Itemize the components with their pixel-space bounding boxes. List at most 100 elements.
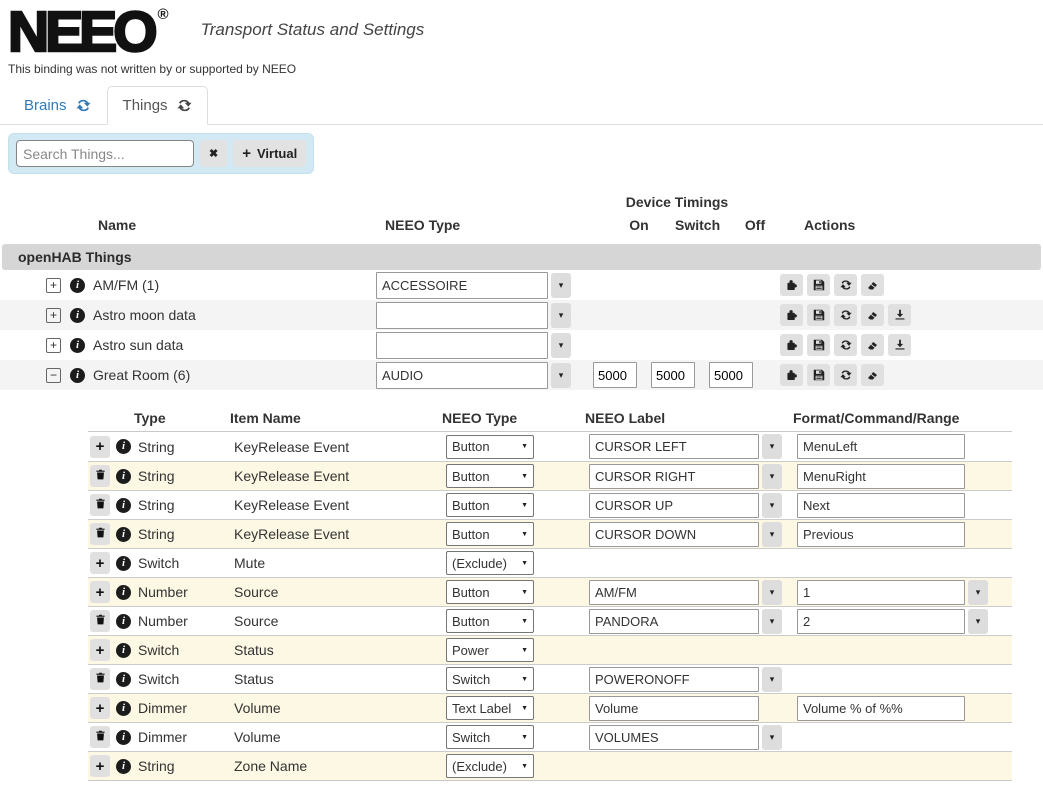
add-channel-button[interactable]: + [90, 755, 110, 777]
erase-button[interactable] [861, 304, 884, 326]
expand-icon[interactable]: + [46, 307, 61, 323]
info-icon[interactable]: i [116, 439, 131, 454]
info-icon[interactable]: i [116, 729, 131, 745]
neeo-type-select[interactable]: Button ▼ [446, 434, 534, 459]
save-button[interactable] [807, 334, 830, 356]
neeo-type-dropdown-button[interactable]: ▾ [551, 362, 571, 388]
neeo-type-input[interactable] [376, 361, 548, 389]
refresh-button[interactable] [834, 364, 857, 386]
info-icon[interactable]: i [70, 367, 85, 383]
neeo-label-input[interactable] [589, 579, 759, 605]
neeo-type-input[interactable] [376, 331, 548, 359]
channels-button[interactable] [780, 304, 803, 326]
neeo-label-dropdown-button[interactable]: ▾ [762, 434, 782, 459]
delete-channel-button[interactable] [90, 610, 110, 632]
erase-button[interactable] [861, 364, 884, 386]
format-command-range-input[interactable] [797, 434, 965, 459]
tab-things[interactable]: Things [106, 86, 208, 125]
neeo-type-select[interactable]: (Exclude) ▼ [446, 754, 534, 778]
timing-off-input[interactable] [709, 362, 753, 388]
expand-icon[interactable]: + [46, 277, 61, 293]
add-virtual-button[interactable]: + Virtual [233, 140, 307, 167]
neeo-type-select[interactable]: Button ▼ [446, 522, 534, 546]
refresh-button[interactable] [834, 334, 857, 356]
neeo-label-input[interactable] [589, 666, 759, 692]
format-command-range-input[interactable] [797, 521, 965, 547]
format-command-range-input[interactable] [797, 463, 965, 489]
save-button[interactable] [807, 304, 830, 326]
neeo-label-dropdown-button[interactable]: ▾ [762, 521, 782, 547]
format-dropdown-button[interactable]: ▾ [968, 579, 988, 605]
format-command-range-input[interactable] [797, 579, 965, 605]
add-channel-button[interactable]: + [90, 552, 110, 574]
erase-button[interactable] [861, 274, 884, 296]
refresh-icon[interactable] [177, 98, 192, 113]
neeo-label-input[interactable] [589, 695, 759, 721]
export-button[interactable] [888, 304, 911, 326]
neeo-label-input[interactable] [589, 492, 759, 518]
neeo-label-input[interactable] [589, 463, 759, 489]
neeo-label-input[interactable] [589, 608, 759, 634]
neeo-label-dropdown-button[interactable]: ▾ [762, 463, 782, 489]
delete-channel-button[interactable] [90, 668, 110, 690]
neeo-type-dropdown-button[interactable]: ▾ [551, 332, 571, 358]
format-command-range-input[interactable] [797, 695, 965, 721]
info-icon[interactable]: i [116, 613, 131, 629]
neeo-type-select[interactable]: Button ▼ [446, 493, 534, 517]
neeo-label-dropdown-button[interactable]: ▾ [762, 666, 782, 692]
delete-channel-button[interactable] [90, 494, 110, 516]
neeo-label-dropdown-button[interactable]: ▾ [762, 492, 782, 518]
neeo-label-dropdown-button[interactable]: ▾ [762, 608, 782, 634]
info-icon[interactable]: i [116, 671, 131, 687]
neeo-label-input[interactable] [589, 434, 759, 459]
neeo-type-select[interactable]: Button ▼ [446, 580, 534, 604]
collapse-icon[interactable]: − [46, 367, 61, 383]
neeo-type-select[interactable]: Text Label ▼ [446, 696, 534, 720]
add-channel-button[interactable]: + [90, 581, 110, 603]
timing-on-input[interactable] [593, 362, 637, 388]
neeo-type-input[interactable] [376, 301, 548, 329]
info-icon[interactable]: i [116, 700, 131, 716]
channels-button[interactable] [780, 364, 803, 386]
add-channel-button[interactable]: + [90, 697, 110, 719]
channels-button[interactable] [780, 274, 803, 296]
clear-search-button[interactable]: ✖ [200, 140, 228, 167]
neeo-type-select[interactable]: Switch ▼ [446, 667, 534, 691]
info-icon[interactable]: i [116, 758, 131, 774]
info-icon[interactable]: i [116, 526, 131, 542]
neeo-type-dropdown-button[interactable]: ▾ [551, 272, 571, 298]
expand-icon[interactable]: + [46, 337, 61, 353]
refresh-button[interactable] [834, 304, 857, 326]
refresh-icon[interactable] [76, 98, 91, 113]
neeo-label-dropdown-button[interactable]: ▾ [762, 724, 782, 750]
timing-switch-input[interactable] [651, 362, 695, 388]
neeo-type-select[interactable]: Button ▼ [446, 609, 534, 633]
info-icon[interactable]: i [116, 497, 131, 513]
info-icon[interactable]: i [70, 307, 85, 323]
add-channel-button[interactable]: + [90, 435, 110, 458]
erase-button[interactable] [861, 334, 884, 356]
neeo-type-dropdown-button[interactable]: ▾ [551, 302, 571, 328]
delete-channel-button[interactable] [90, 523, 110, 545]
save-button[interactable] [807, 274, 830, 296]
info-icon[interactable]: i [70, 337, 85, 353]
export-button[interactable] [888, 334, 911, 356]
info-icon[interactable]: i [116, 555, 131, 571]
neeo-type-select[interactable]: (Exclude) ▼ [446, 551, 534, 575]
add-channel-button[interactable]: + [90, 639, 110, 661]
neeo-label-dropdown-button[interactable]: ▾ [762, 579, 782, 605]
neeo-label-input[interactable] [589, 724, 759, 750]
info-icon[interactable]: i [70, 277, 85, 293]
tab-brains[interactable]: Brains [8, 86, 107, 125]
search-input[interactable] [16, 140, 194, 167]
neeo-label-input[interactable] [589, 521, 759, 547]
refresh-button[interactable] [834, 274, 857, 296]
neeo-type-select[interactable]: Button ▼ [446, 464, 534, 488]
format-command-range-input[interactable] [797, 492, 965, 518]
info-icon[interactable]: i [116, 642, 131, 658]
channels-button[interactable] [780, 334, 803, 356]
neeo-type-select[interactable]: Power ▼ [446, 638, 534, 662]
format-command-range-input[interactable] [797, 608, 965, 634]
info-icon[interactable]: i [116, 584, 131, 600]
save-button[interactable] [807, 364, 830, 386]
